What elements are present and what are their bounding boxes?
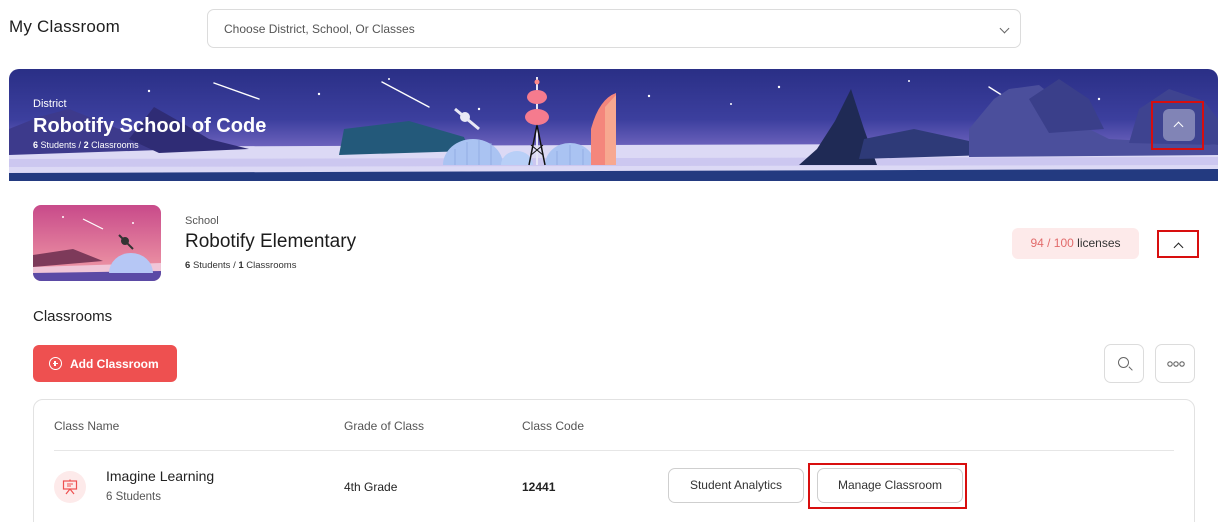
- manage-classroom-highlight: [808, 463, 967, 509]
- district-label: District: [33, 98, 67, 110]
- classroom-grade: 4th Grade: [344, 480, 398, 494]
- column-header-class-code: Class Code: [522, 419, 585, 433]
- classroom-student-count: 6 Students: [106, 491, 161, 503]
- add-classroom-button[interactable]: Add Classroom: [33, 345, 177, 382]
- school-label: School: [185, 215, 219, 227]
- school-classrooms-word: Classrooms: [246, 260, 297, 271]
- school-thumbnail-illustration: [33, 205, 161, 281]
- district-stats: 6 Students / 2 Classrooms: [33, 140, 139, 150]
- district-collapse-highlight: [1151, 101, 1204, 150]
- classrooms-heading: Classrooms: [33, 308, 113, 325]
- more-options-icon: [1167, 361, 1185, 367]
- column-header-grade: Grade of Class: [344, 419, 425, 433]
- licenses-used: 94 / 100: [1030, 236, 1074, 250]
- district-students-word: Students /: [40, 140, 82, 150]
- district-school-class-selector[interactable]: Choose District, School, Or Classes: [207, 9, 1021, 48]
- search-button[interactable]: [1104, 344, 1144, 383]
- student-analytics-button[interactable]: Student Analytics: [668, 468, 804, 503]
- school-stats: 6 Students / 1 Classrooms: [185, 260, 296, 271]
- district-classrooms-count: 2: [83, 140, 89, 150]
- district-students-count: 6: [33, 140, 39, 150]
- district-classrooms-word: Classrooms: [91, 140, 139, 150]
- search-icon-handle: [1128, 366, 1133, 371]
- page-title: My Classroom: [9, 17, 121, 36]
- chevron-down-icon: [999, 23, 1010, 34]
- school-students-count: 6: [185, 260, 191, 271]
- classrooms-table: Class Name Grade of Class Class Code Ima…: [33, 399, 1195, 522]
- table-header-divider: [54, 450, 1174, 451]
- classroom-name[interactable]: Imagine Learning: [106, 468, 214, 484]
- plus-circle-icon: [49, 357, 62, 370]
- add-classroom-label: Add Classroom: [70, 357, 159, 371]
- chevron-up-icon: [1173, 242, 1184, 253]
- school-thumbnail: [33, 205, 161, 281]
- school-classrooms-count: 1: [238, 260, 244, 271]
- license-badge: 94 / 100 licenses: [1012, 228, 1139, 259]
- more-options-button[interactable]: [1155, 344, 1195, 383]
- classroom-code: 12441: [522, 480, 556, 494]
- school-students-word: Students /: [192, 260, 236, 271]
- whiteboard-icon: [62, 479, 78, 495]
- selector-placeholder: Choose District, School, Or Classes: [224, 22, 415, 36]
- district-name: Robotify School of Code: [33, 115, 267, 137]
- classroom-icon: [54, 471, 86, 503]
- school-collapse-button[interactable]: [1157, 230, 1199, 258]
- licenses-word: licenses: [1077, 236, 1121, 250]
- district-banner: District Robotify School of Code 6 Stude…: [9, 69, 1218, 181]
- column-header-class-name: Class Name: [54, 419, 120, 433]
- school-name: Robotify Elementary: [185, 231, 357, 252]
